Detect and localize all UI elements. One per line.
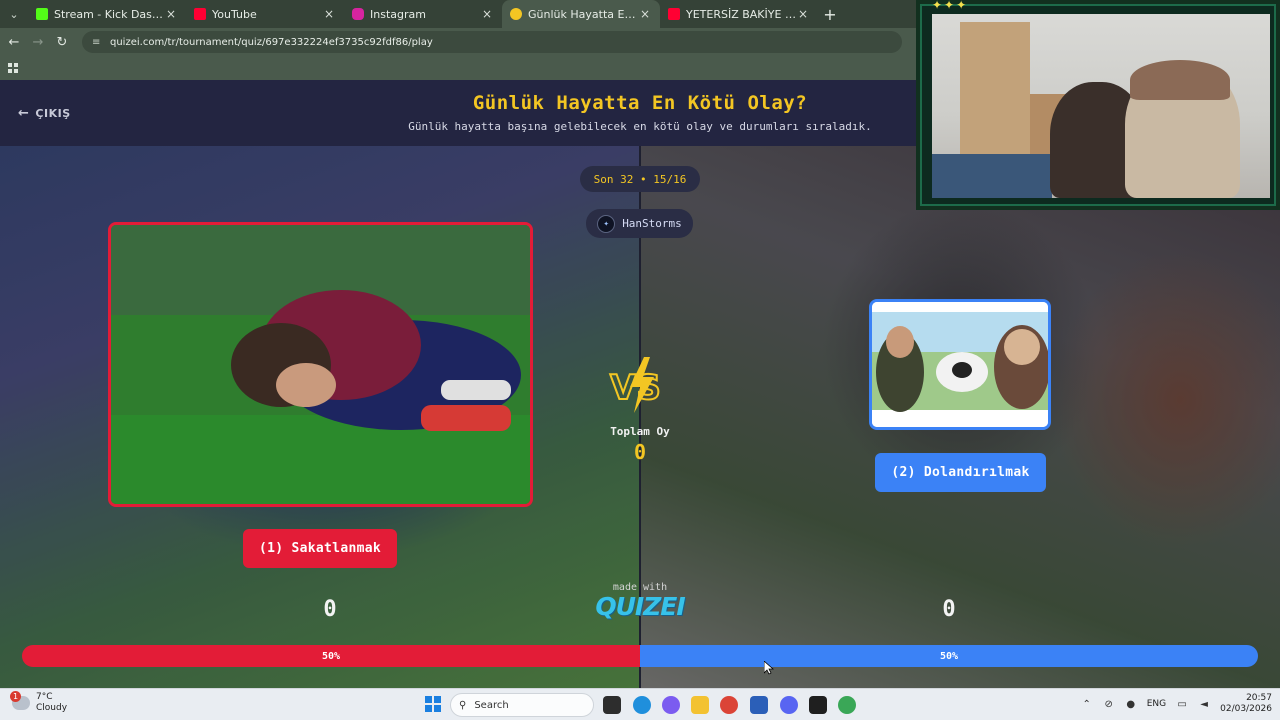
- webcam-wardrobe: [960, 22, 1030, 162]
- tab-instagram[interactable]: Instagram ×: [344, 0, 502, 28]
- close-tab-icon[interactable]: ×: [796, 7, 810, 21]
- round-badge: Son 32 • 15/16: [580, 166, 700, 192]
- tab-label: YETERSİZ BAKİYE - YouTube: [686, 7, 796, 21]
- injured-player-photo: [111, 225, 530, 504]
- tab-label: Instagram: [370, 7, 426, 21]
- apps-grid-icon[interactable]: [8, 63, 18, 73]
- option-1-button[interactable]: (1) Sakatlanmak: [243, 529, 397, 568]
- weather-desc: Cloudy: [36, 703, 68, 713]
- url-text: quizei.com/tr/tournament/quiz/697e332224…: [110, 36, 433, 48]
- site-info-icon[interactable]: ≡: [92, 37, 104, 48]
- close-tab-icon[interactable]: ×: [638, 7, 652, 21]
- taskbar-clock[interactable]: 20:57 02/03/2026: [1220, 693, 1272, 715]
- tab-search-menu-icon[interactable]: ⌄: [0, 0, 28, 28]
- close-tab-icon[interactable]: ×: [164, 7, 178, 21]
- search-icon: ⚲: [459, 699, 467, 711]
- windows-taskbar: 1 7°C Cloudy ⚲ Search ⌃ ⊘ ● ENG ▭ ◄ 20:5…: [0, 688, 1280, 720]
- chevron-up-icon[interactable]: ⌃: [1081, 699, 1093, 710]
- task-view-icon[interactable]: [603, 696, 621, 714]
- option-2-image-card[interactable]: [869, 299, 1051, 430]
- discord-icon[interactable]: [780, 696, 798, 714]
- versus-text: VS: [610, 368, 661, 408]
- exit-button[interactable]: ← ÇIKIŞ: [18, 106, 71, 121]
- close-tab-icon[interactable]: ×: [480, 7, 494, 21]
- cloud-icon: 1: [10, 691, 30, 710]
- chrome-profile-icon[interactable]: [838, 696, 856, 714]
- copilot-icon[interactable]: [662, 696, 680, 714]
- microphone-icon[interactable]: ●: [1125, 699, 1137, 710]
- clock-time: 20:57: [1246, 693, 1272, 703]
- vote-progress-bar: 50% 50%: [22, 645, 1258, 667]
- volume-icon[interactable]: ◄: [1198, 699, 1210, 710]
- option-2-vote-count: 0: [942, 597, 956, 622]
- system-tray: ⌃ ⊘ ● ENG ▭ ◄ 20:57 02/03/2026: [1081, 693, 1272, 715]
- search-label: Search: [474, 699, 509, 711]
- mouse-cursor-icon: [764, 661, 774, 675]
- versus-icon: VS: [609, 357, 662, 413]
- webcam-cap: [1130, 60, 1230, 100]
- total-votes-label: Toplam Oy: [610, 425, 670, 438]
- app-icon[interactable]: [809, 696, 827, 714]
- windows-start-icon[interactable]: [425, 696, 441, 712]
- edge-icon[interactable]: [633, 696, 651, 714]
- creator-badge[interactable]: ✦ HanStorms: [586, 209, 693, 238]
- close-tab-icon[interactable]: ×: [322, 7, 336, 21]
- language-indicator[interactable]: ENG: [1147, 699, 1166, 709]
- network-off-icon[interactable]: ⊘: [1103, 699, 1115, 710]
- back-icon[interactable]: ←: [2, 35, 26, 50]
- option-2-percent-bar: 50%: [640, 645, 1258, 667]
- youtube-icon: [194, 8, 206, 20]
- webcam-overlay: ✦✦✦: [916, 0, 1280, 210]
- youtube-icon: [668, 8, 680, 20]
- tab-label: Stream - Kick Dashboard: [54, 7, 164, 21]
- weather-alert-badge: 1: [10, 691, 21, 702]
- monitor-icon[interactable]: ▭: [1176, 699, 1188, 710]
- chrome-icon[interactable]: [720, 696, 738, 714]
- weather-temp: 7°C: [36, 692, 53, 702]
- url-field[interactable]: ≡ quizei.com/tr/tournament/quiz/697e3322…: [82, 31, 902, 53]
- avatar: ✦: [597, 214, 616, 233]
- reload-icon[interactable]: ↻: [50, 35, 74, 50]
- instagram-icon: [352, 8, 364, 20]
- option-2-button[interactable]: (2) Dolandırılmak: [875, 453, 1046, 492]
- tab-quiz-active[interactable]: Günlük Hayatta En Kötü Olay? ×: [502, 0, 660, 28]
- arrow-left-icon: ←: [18, 106, 30, 121]
- new-tab-icon[interactable]: +: [818, 5, 842, 24]
- frame-stars-decoration: ✦✦✦: [932, 0, 969, 12]
- quizei-logo[interactable]: QUIZEI: [580, 592, 700, 621]
- quizei-icon: [510, 8, 522, 20]
- store-icon[interactable]: [750, 696, 768, 714]
- taskbar-search[interactable]: ⚲ Search: [450, 693, 594, 717]
- option-1-percent-bar: 50%: [22, 645, 640, 667]
- kick-icon: [36, 8, 48, 20]
- option-1-vote-count: 0: [323, 597, 337, 622]
- tab-youtube-yetersiz[interactable]: YETERSİZ BAKİYE - YouTube ×: [660, 0, 818, 28]
- tab-kick-dashboard[interactable]: Stream - Kick Dashboard ×: [28, 0, 186, 28]
- tab-label: YouTube: [212, 7, 257, 21]
- webcam-blanket: [932, 154, 1052, 198]
- page-title: Günlük Hayatta En Kötü Olay?: [472, 92, 808, 114]
- page-subtitle: Günlük hayatta başına gelebilecek en köt…: [408, 120, 872, 133]
- forward-icon[interactable]: →: [26, 35, 50, 50]
- creator-name: HanStorms: [622, 217, 682, 230]
- scam-meme-photo: [872, 302, 1048, 427]
- option-1-image-card[interactable]: [108, 222, 533, 507]
- clock-date: 02/03/2026: [1220, 704, 1272, 714]
- file-explorer-icon[interactable]: [691, 696, 709, 714]
- tab-label: Günlük Hayatta En Kötü Olay?: [528, 7, 638, 21]
- exit-label: ÇIKIŞ: [35, 107, 71, 120]
- weather-widget[interactable]: 1 7°C Cloudy: [10, 691, 68, 714]
- total-votes-value: 0: [633, 440, 647, 464]
- tab-youtube[interactable]: YouTube ×: [186, 0, 344, 28]
